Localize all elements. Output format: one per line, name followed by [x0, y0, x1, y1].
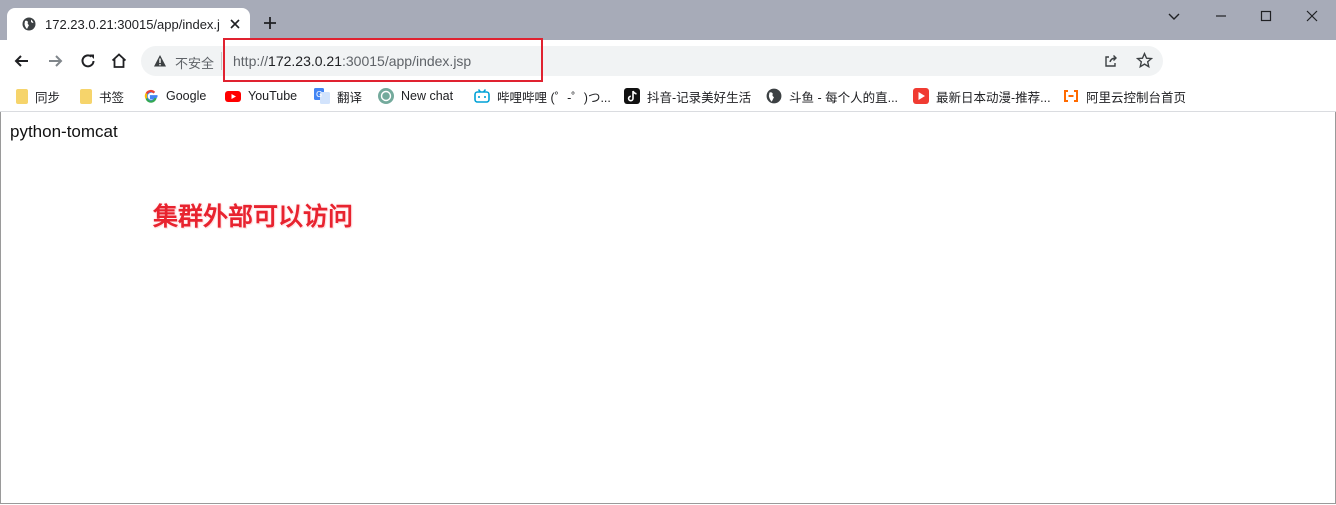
bookmark-label: 哔哩哔哩 (゜-゜)つ... — [497, 90, 611, 105]
warning-icon[interactable] — [153, 54, 167, 68]
folder-icon — [80, 88, 92, 104]
bookmark-label: 最新日本动漫-推荐... — [936, 90, 1051, 105]
bookmark-label: 阿里云控制台首页 — [1086, 90, 1187, 105]
page-body-text: python-tomcat — [10, 122, 118, 141]
bookmark-label: 同步 — [35, 90, 61, 105]
youtube-icon — [225, 91, 241, 102]
bookmarks-bar: 同步 书签 Google YouTube G 翻译 New chat 哔哩哔哩 … — [0, 82, 1336, 112]
close-window-icon[interactable] — [1302, 6, 1322, 26]
bookmark-item[interactable]: 斗鱼 - 每个人的直... — [766, 86, 898, 106]
home-icon[interactable] — [109, 51, 129, 71]
page-viewport: python-tomcat 集群外部可以访问 — [0, 112, 1336, 504]
bookmark-item[interactable]: 最新日本动漫-推荐... — [913, 86, 1051, 106]
not-secure-label[interactable]: 不安全 — [175, 53, 214, 72]
bookmark-item[interactable]: 哔哩哔哩 (゜-゜)つ... — [474, 86, 611, 106]
annotation-text: 集群外部可以访问 — [153, 202, 354, 231]
svg-text:G: G — [316, 90, 322, 99]
globe-icon — [22, 17, 36, 31]
bookmark-item[interactable]: 抖音-记录美好生活 — [624, 86, 751, 106]
tab-title: 172.23.0.21:30015/app/index.jsp — [45, 17, 220, 32]
google-icon — [144, 89, 158, 103]
bookmark-item[interactable]: 书签 — [80, 86, 124, 106]
browser-tab[interactable]: 172.23.0.21:30015/app/index.jsp — [7, 8, 250, 40]
tiktok-icon — [624, 88, 640, 104]
bookmark-label: Google — [166, 89, 207, 103]
highlight-box — [223, 38, 543, 82]
forward-arrow-icon[interactable] — [45, 51, 65, 71]
bookmark-label: New chat — [401, 89, 454, 103]
toolbar: 不安全 http://172.23.0.21:30015/app/index.j… — [0, 40, 1336, 110]
reload-icon[interactable] — [78, 51, 98, 71]
folder-icon — [16, 88, 28, 104]
aliyun-icon — [1064, 90, 1078, 102]
share-icon[interactable] — [1103, 53, 1119, 69]
bookmark-item[interactable]: 阿里云控制台首页 — [1063, 86, 1186, 106]
translate-icon: G — [314, 88, 330, 104]
globe-icon — [766, 88, 782, 104]
bookmark-item[interactable]: New chat — [378, 86, 453, 106]
bookmark-item[interactable]: Google — [143, 86, 206, 106]
bookmark-label: YouTube — [248, 89, 298, 103]
maximize-icon[interactable] — [1256, 6, 1276, 26]
bookmark-item[interactable]: 同步 — [16, 86, 60, 106]
chatgpt-icon — [378, 88, 394, 104]
back-arrow-icon[interactable] — [12, 51, 32, 71]
bookmark-label: 翻译 — [337, 90, 363, 105]
bilibili-icon — [474, 89, 490, 103]
tab-search-chevron-icon[interactable] — [1164, 6, 1184, 26]
new-tab-icon[interactable] — [262, 15, 278, 31]
tab-strip: 172.23.0.21:30015/app/index.jsp — [0, 0, 1336, 40]
bookmark-label: 抖音-记录美好生活 — [647, 90, 752, 105]
video-icon — [913, 88, 929, 104]
bookmark-star-icon[interactable] — [1136, 52, 1153, 69]
divider — [221, 52, 222, 70]
bookmark-item[interactable]: G 翻译 — [314, 86, 362, 106]
bookmark-item[interactable]: YouTube — [225, 86, 297, 106]
bookmark-label: 斗鱼 - 每个人的直... — [789, 90, 899, 105]
bookmark-label: 书签 — [99, 90, 125, 105]
minimize-icon[interactable] — [1211, 6, 1231, 26]
close-tab-icon[interactable] — [227, 16, 243, 32]
